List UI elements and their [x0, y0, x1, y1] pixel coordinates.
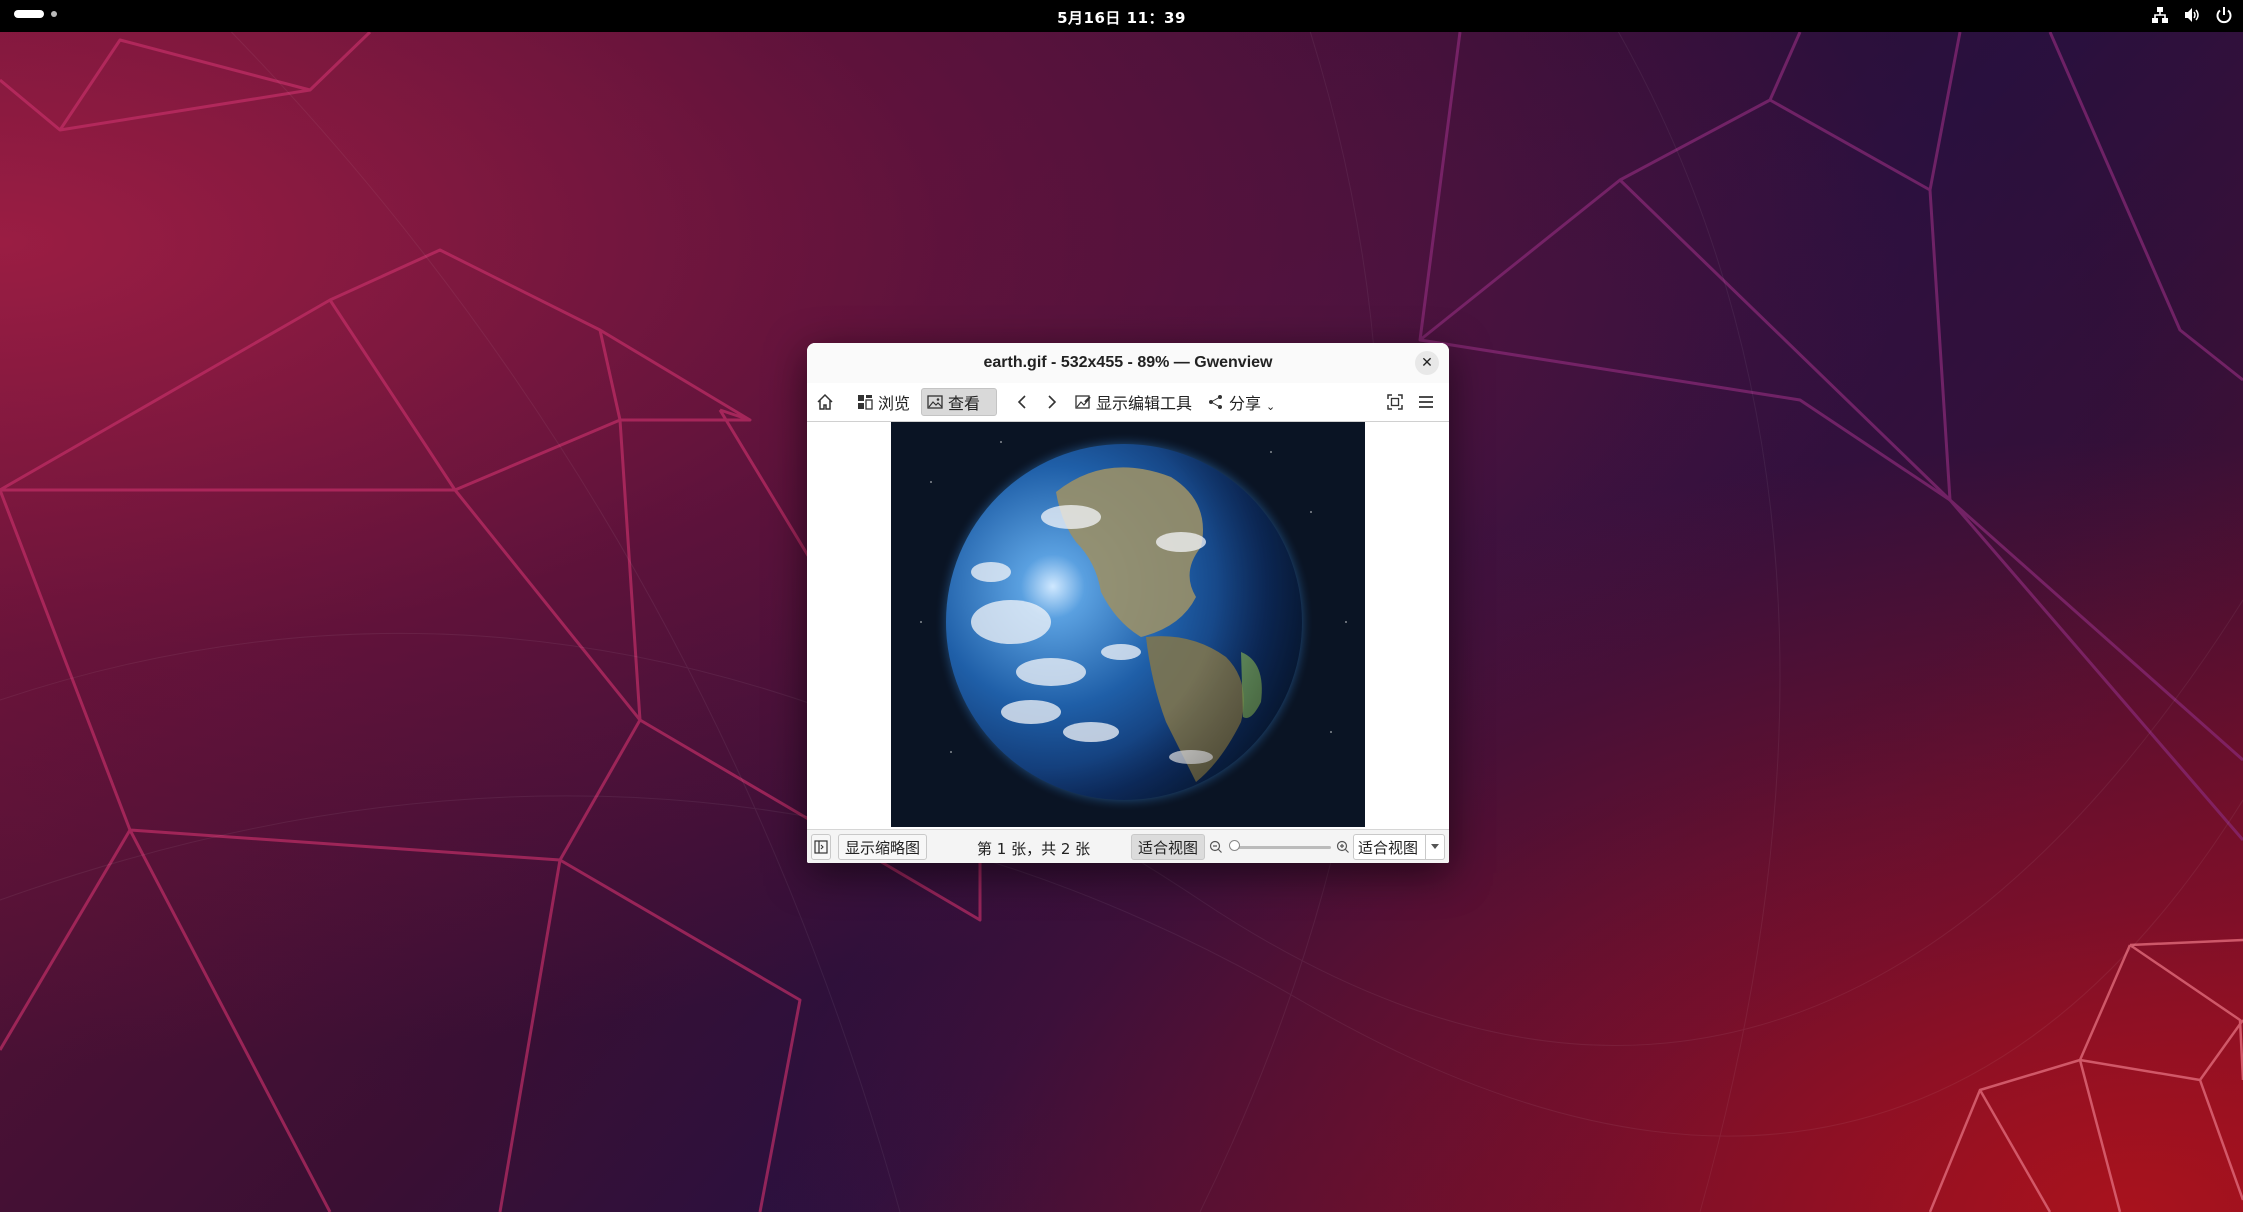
image-viewport[interactable] — [807, 422, 1449, 829]
window-title: earth.gif - 532x455 - 89% — Gwenview — [983, 354, 1273, 371]
view-label: 查看 — [948, 394, 981, 413]
top-panel: 5月16日 11：39 — [0, 0, 2243, 32]
hamburger-menu-button[interactable] — [1412, 388, 1440, 416]
close-icon: ✕ — [1421, 355, 1433, 371]
browse-label: 浏览 — [878, 394, 911, 413]
volume-icon[interactable] — [2183, 6, 2201, 24]
browse-button[interactable]: 浏览 — [852, 388, 915, 416]
edit-image-icon — [1075, 395, 1091, 409]
browse-grid-icon — [858, 395, 873, 410]
share-dropdown-arrow: ⌄ — [1266, 399, 1276, 413]
zoom-combo[interactable]: 适合视图 — [1353, 834, 1445, 860]
main-toolbar: 浏览 查看 显示编辑工具 分享 ⌄ — [807, 383, 1449, 422]
share-label: 分享 — [1229, 394, 1262, 413]
previous-image-button[interactable] — [1010, 388, 1034, 416]
share-icon — [1209, 395, 1222, 409]
home-button[interactable] — [811, 388, 839, 416]
show-thumbnails-button[interactable]: 显示缩略图 — [838, 834, 928, 860]
zoom-slider[interactable] — [1231, 846, 1331, 849]
earth-globe-image[interactable] — [891, 422, 1365, 827]
view-button[interactable]: 查看 — [921, 388, 997, 416]
status-bar: 显示缩略图 第 1 张，共 2 张 适合视图 适合视图 — [807, 829, 1449, 863]
chevron-right-icon — [1048, 395, 1057, 409]
sidebar-toggle-button[interactable] — [811, 834, 831, 860]
page-info: 第 1 张，共 2 张 — [977, 840, 1091, 858]
network-icon[interactable] — [2151, 6, 2169, 24]
zoom-combo-value: 适合视图 — [1358, 838, 1419, 857]
zoom-in-icon[interactable] — [1336, 840, 1350, 854]
window-titlebar[interactable]: earth.gif - 532x455 - 89% — Gwenview ✕ — [807, 343, 1449, 383]
thumbnails-label: 显示缩略图 — [845, 838, 921, 857]
share-button[interactable]: 分享 ⌄ — [1203, 388, 1280, 416]
chevron-left-icon — [1017, 395, 1026, 409]
zoom-combo-arrow[interactable] — [1425, 835, 1444, 859]
power-icon[interactable] — [2215, 6, 2233, 24]
image-view-icon — [927, 395, 943, 409]
show-edit-tools-button[interactable]: 显示编辑工具 — [1070, 388, 1197, 416]
close-button[interactable]: ✕ — [1415, 351, 1439, 375]
hamburger-menu-icon — [1419, 396, 1433, 408]
zoom-slider-handle[interactable] — [1229, 840, 1240, 851]
fit-view-label: 适合视图 — [1138, 838, 1199, 857]
home-icon — [817, 393, 833, 410]
fullscreen-button[interactable] — [1381, 388, 1409, 416]
fit-view-button[interactable]: 适合视图 — [1131, 834, 1206, 860]
fullscreen-icon — [1387, 394, 1403, 410]
chevron-down-icon — [1431, 844, 1439, 849]
zoom-out-icon[interactable] — [1209, 840, 1223, 854]
clock[interactable]: 5月16日 11：39 — [0, 7, 2243, 28]
next-image-button[interactable] — [1040, 388, 1064, 416]
system-tray[interactable] — [2151, 6, 2233, 24]
edit-tools-label: 显示编辑工具 — [1096, 394, 1193, 413]
gwenview-window[interactable]: earth.gif - 532x455 - 89% — Gwenview ✕ 浏… — [807, 343, 1449, 863]
sidebar-toggle-icon — [814, 840, 828, 854]
